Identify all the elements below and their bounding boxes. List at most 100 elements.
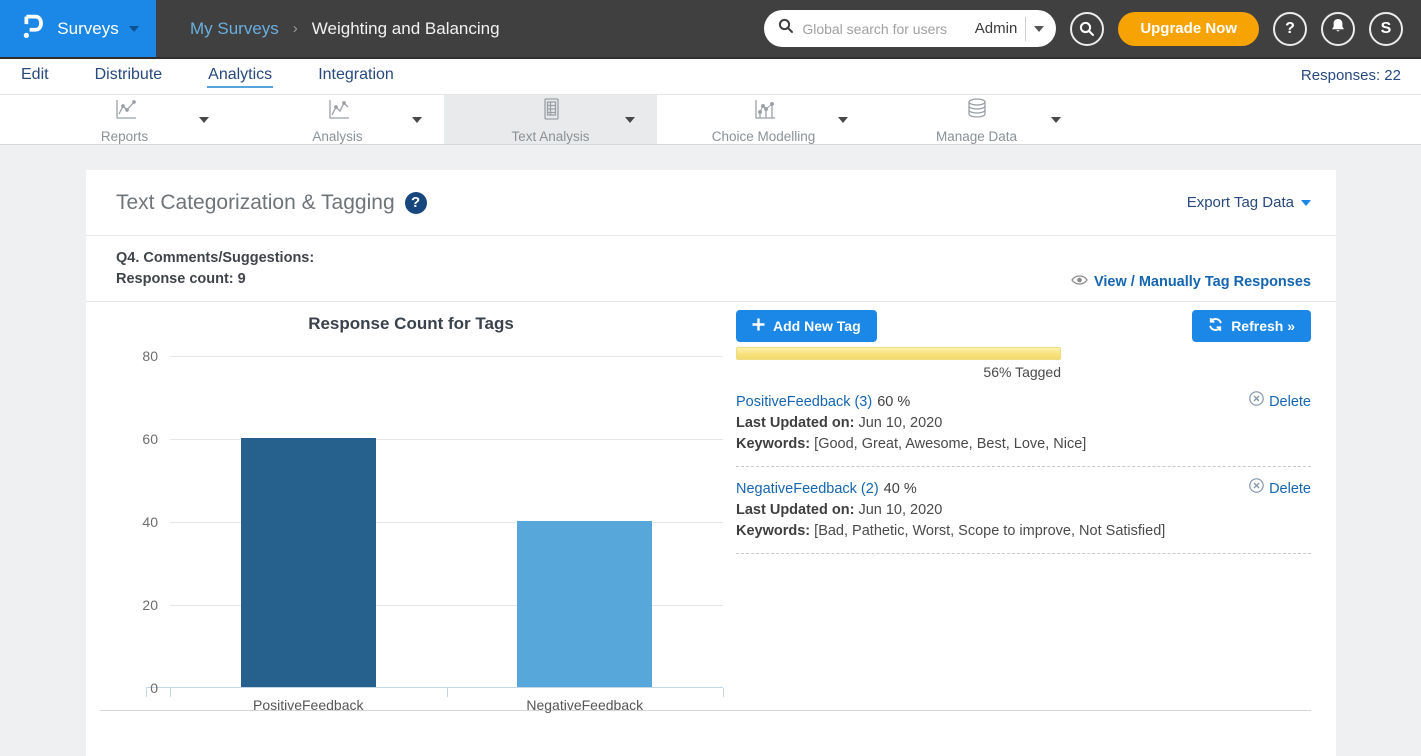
- refresh-button[interactable]: Refresh »: [1192, 310, 1311, 342]
- tagged-progress: 56% Tagged: [736, 347, 1061, 380]
- x-axis-label: NegativeFeedback: [447, 697, 724, 713]
- tab-label: Reports: [101, 129, 148, 144]
- app-menu[interactable]: Surveys: [0, 0, 156, 57]
- x-axis-label: PositiveFeedback: [170, 697, 447, 713]
- x-axis-tick: [723, 688, 724, 697]
- delete-label: Delete: [1269, 392, 1311, 413]
- tag-percent: 60 %: [877, 392, 910, 413]
- page-title: Text Categorization & Tagging: [116, 191, 395, 215]
- tab-label: Manage Data: [936, 129, 1017, 144]
- chevron-down-icon: [129, 26, 139, 32]
- updated-label: Last Updated on:: [736, 415, 854, 431]
- nav-edit[interactable]: Edit: [20, 64, 50, 88]
- tags-panel: Add New Tag Refresh »: [736, 302, 1336, 688]
- question-label: Q4. Comments/Suggestions:: [116, 248, 314, 269]
- nav-analytics[interactable]: Analytics: [207, 64, 273, 88]
- line-chart-icon: [112, 96, 138, 127]
- card-header: Text Categorization & Tagging ? Export T…: [86, 170, 1336, 236]
- title-help-icon[interactable]: ?: [405, 192, 427, 214]
- x-axis-tick: [447, 688, 448, 697]
- chevron-down-icon: [1301, 200, 1311, 206]
- divider: [1025, 17, 1026, 41]
- analysis-chart-icon: [325, 96, 351, 127]
- help-button[interactable]: ?: [1273, 12, 1307, 46]
- y-axis-tick: 0: [118, 680, 158, 696]
- survey-nav: Edit Distribute Analytics Integration Re…: [0, 57, 1421, 95]
- breadcrumb-current-survey: Weighting and Balancing: [312, 19, 500, 39]
- delete-tag-button[interactable]: Delete: [1249, 478, 1311, 500]
- notifications-button[interactable]: [1321, 12, 1355, 46]
- chart-plot-area: 020406080PositiveFeedbackNegativeFeedbac…: [170, 356, 723, 688]
- search-icon: [778, 18, 794, 39]
- view-manually-tag-link[interactable]: View / Manually Tag Responses: [1071, 274, 1311, 290]
- tag-entry: PositiveFeedback (3) 60 % Delete: [736, 391, 1311, 455]
- add-tag-label: Add New Tag: [773, 318, 861, 334]
- plus-icon: [752, 318, 765, 334]
- text-analysis-card: Text Categorization & Tagging ? Export T…: [86, 170, 1336, 756]
- chevron-down-icon[interactable]: [412, 117, 422, 123]
- y-axis-tick: 60: [118, 431, 158, 447]
- breadcrumb-separator: ›: [293, 20, 298, 37]
- chart-title: Response Count for Tags: [86, 314, 736, 336]
- add-new-tag-button[interactable]: Add New Tag: [736, 310, 877, 342]
- nav-distribute[interactable]: Distribute: [94, 64, 164, 88]
- updated-value: Jun 10, 2020: [858, 415, 942, 431]
- text-document-icon: [538, 96, 564, 127]
- chevron-down-icon[interactable]: [199, 117, 209, 123]
- tab-reports[interactable]: Reports: [18, 95, 231, 144]
- question-header: Q4. Comments/Suggestions: Response count…: [86, 236, 1336, 302]
- search-button[interactable]: [1070, 12, 1104, 46]
- eye-icon: [1071, 274, 1088, 290]
- breadcrumb-my-surveys[interactable]: My Surveys: [190, 19, 279, 39]
- tagging-content: Response Count for Tags 020406080Positiv…: [86, 302, 1336, 688]
- nav-integration[interactable]: Integration: [317, 64, 395, 88]
- tag-name-link[interactable]: PositiveFeedback (3): [736, 392, 872, 413]
- chevron-down-icon[interactable]: [1051, 117, 1061, 123]
- updated-label: Last Updated on:: [736, 502, 854, 518]
- divider: [736, 466, 1311, 467]
- bell-icon: [1330, 18, 1346, 39]
- bar-PositiveFeedback[interactable]: [241, 438, 376, 687]
- keywords-label: Keywords:: [736, 436, 810, 452]
- search-input[interactable]: [802, 21, 966, 37]
- response-count: Response count: 9: [116, 269, 314, 290]
- tagged-progress-bar: [736, 347, 1061, 360]
- tab-choice-modelling[interactable]: Choice Modelling: [657, 95, 870, 144]
- breadcrumb: My Surveys › Weighting and Balancing: [190, 19, 500, 39]
- topbar-actions: Admin Upgrade Now ? S: [764, 10, 1421, 47]
- tab-label: Text Analysis: [511, 129, 589, 144]
- delete-tag-button[interactable]: Delete: [1249, 391, 1311, 413]
- tag-entry: NegativeFeedback (2) 40 % Delete: [736, 478, 1311, 542]
- analytics-toolbar: Reports Analysis Text Analysis: [0, 95, 1421, 145]
- tab-manage-data[interactable]: Manage Data: [870, 95, 1083, 144]
- tab-text-analysis[interactable]: Text Analysis: [444, 95, 657, 144]
- tab-analysis[interactable]: Analysis: [231, 95, 444, 144]
- responses-count: Responses: 22: [1301, 67, 1401, 84]
- avatar-initial: S: [1381, 20, 1392, 38]
- refresh-label: Refresh »: [1231, 318, 1295, 334]
- search-scope-caret-icon[interactable]: [1034, 26, 1044, 32]
- y-axis-tick: 80: [118, 348, 158, 364]
- export-tag-data-dropdown[interactable]: Export Tag Data: [1187, 194, 1311, 211]
- keywords-value: [Bad, Pathetic, Worst, Scope to improve,…: [814, 523, 1165, 539]
- chevron-down-icon[interactable]: [625, 117, 635, 123]
- avatar[interactable]: S: [1369, 12, 1403, 46]
- tab-label: Choice Modelling: [712, 129, 816, 144]
- database-icon: [964, 96, 990, 127]
- keywords-label: Keywords:: [736, 523, 810, 539]
- response-count-chart: Response Count for Tags 020406080Positiv…: [86, 302, 736, 688]
- upgrade-now-button[interactable]: Upgrade Now: [1118, 12, 1259, 46]
- refresh-icon: [1208, 317, 1223, 335]
- bar-NegativeFeedback[interactable]: [517, 521, 652, 687]
- page-body: Text Categorization & Tagging ? Export T…: [0, 145, 1421, 756]
- app-menu-label: Surveys: [57, 19, 118, 39]
- global-search: Admin: [764, 10, 1056, 47]
- tag-name-link[interactable]: NegativeFeedback (2): [736, 479, 879, 500]
- circle-x-icon: [1249, 478, 1264, 500]
- delete-label: Delete: [1269, 479, 1311, 500]
- brand-logo-icon: [17, 10, 47, 47]
- search-scope-selector[interactable]: Admin: [975, 20, 1018, 37]
- x-axis-tick: [170, 688, 171, 697]
- chevron-down-icon[interactable]: [838, 117, 848, 123]
- tags-toolbar: Add New Tag Refresh »: [736, 310, 1311, 342]
